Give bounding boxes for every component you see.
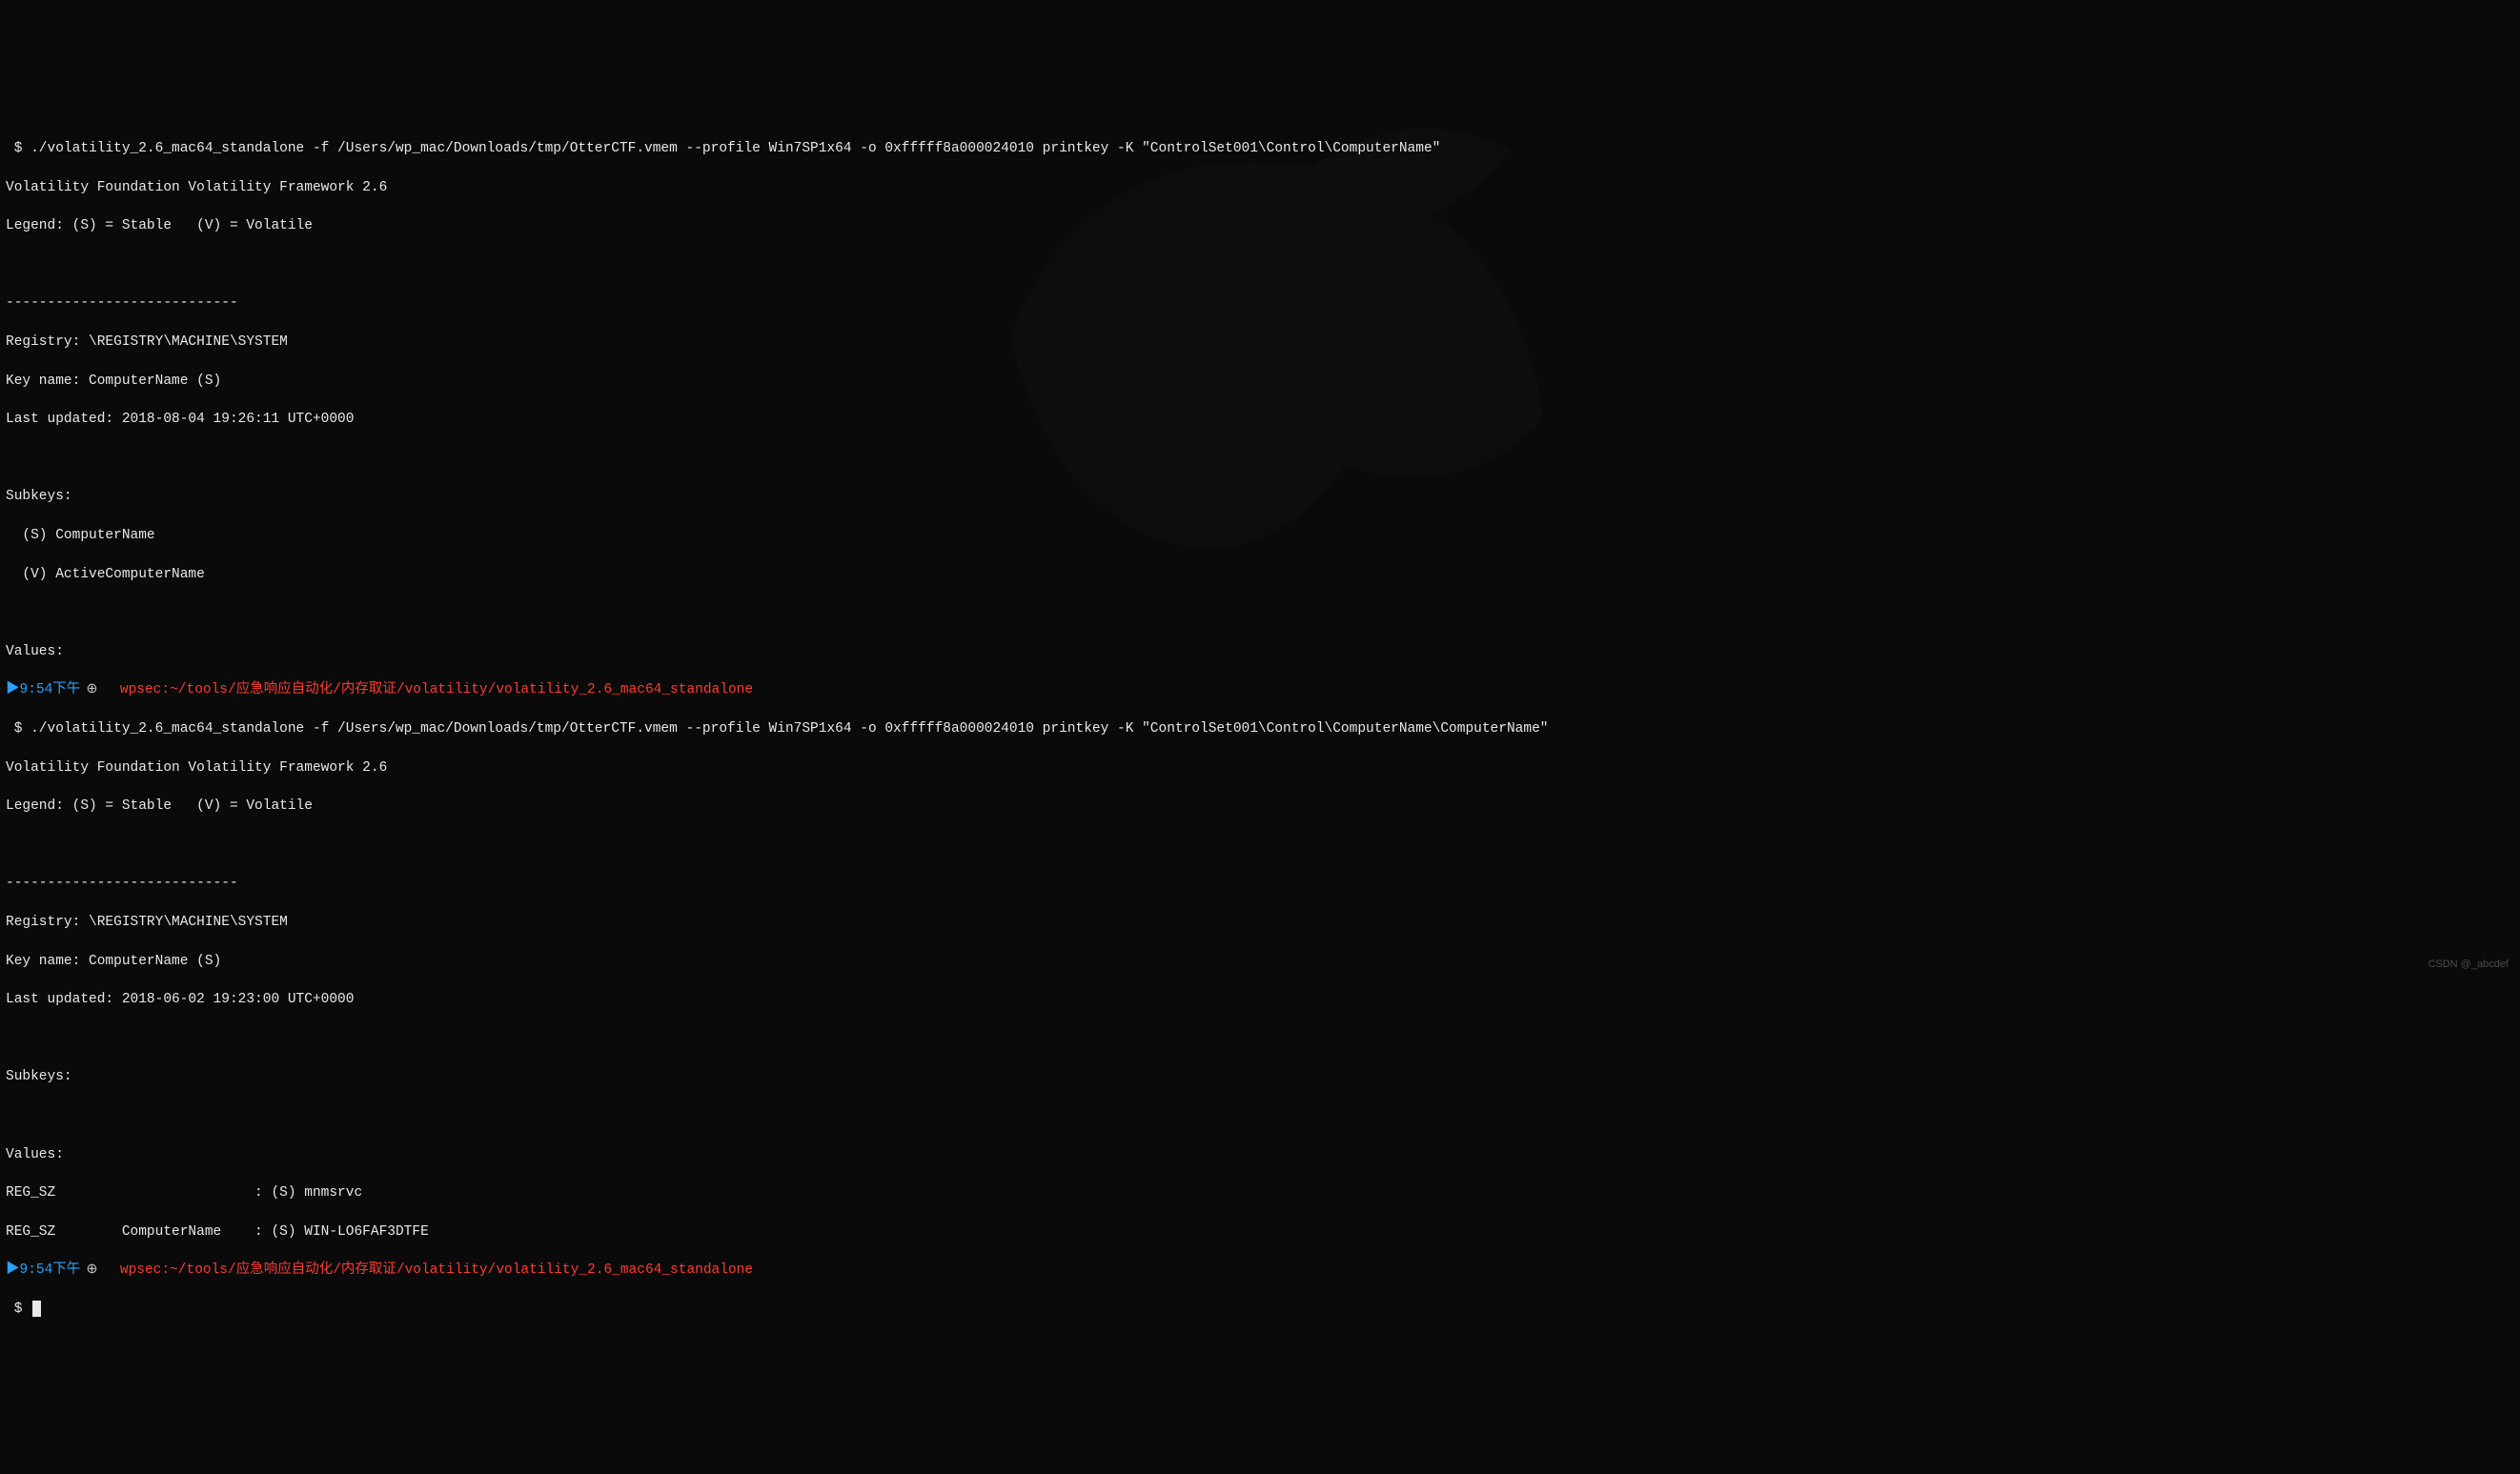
value-line: REG_SZ ComputerName : (S) WIN-LO6FAF3DTF…	[6, 1222, 2514, 1242]
prompt-dollar: $	[6, 721, 30, 737]
prompt-path: ~/tools/应急响应自动化/内存取证/volatility/volatili…	[170, 682, 753, 697]
prompt-arrow-icon: ▶	[6, 1262, 20, 1278]
separator-line: ----------------------------	[6, 293, 2514, 313]
command-text: ./volatility_2.6_mac64_standalone -f /Us…	[30, 721, 1548, 737]
prompt-dollar: $	[6, 1302, 30, 1317]
cursor-icon	[32, 1301, 41, 1317]
output-line: Legend: (S) = Stable (V) = Volatile	[6, 216, 2514, 235]
clock-icon: ⊕	[86, 1262, 97, 1278]
registry-line: Registry: \REGISTRY\MACHINE\SYSTEM	[6, 333, 2514, 352]
keyname-line: Key name: ComputerName (S)	[6, 372, 2514, 391]
values-header: Values:	[6, 1145, 2514, 1164]
prompt-time: 9:54下午	[20, 1262, 81, 1278]
prompt-user: wpsec:	[120, 682, 170, 697]
prompt-user: wpsec:	[120, 1262, 170, 1278]
registry-line: Registry: \REGISTRY\MACHINE\SYSTEM	[6, 913, 2514, 932]
lastupdated-line: Last updated: 2018-08-04 19:26:11 UTC+00…	[6, 410, 2514, 429]
output-line: Volatility Foundation Volatility Framewo…	[6, 178, 2514, 197]
subkeys-header: Subkeys:	[6, 1067, 2514, 1086]
prompt-line: ▶9:54下午 ⊕ wpsec:~/tools/应急响应自动化/内存取证/vola…	[6, 1261, 2514, 1280]
keyname-line: Key name: ComputerName (S)	[6, 952, 2514, 971]
prompt-path: ~/tools/应急响应自动化/内存取证/volatility/volatili…	[170, 1262, 753, 1278]
output-line: Legend: (S) = Stable (V) = Volatile	[6, 797, 2514, 816]
values-header: Values:	[6, 642, 2514, 661]
prompt-time: 9:54下午	[20, 682, 81, 697]
active-prompt[interactable]: $	[6, 1300, 2514, 1319]
lastupdated-line: Last updated: 2018-06-02 19:23:00 UTC+00…	[6, 990, 2514, 1009]
subkey-line: (S) ComputerName	[6, 526, 2514, 545]
clock-icon: ⊕	[86, 682, 97, 697]
subkey-line: (V) ActiveComputerName	[6, 565, 2514, 584]
prompt-dollar: $	[6, 141, 30, 156]
output-line: Volatility Foundation Volatility Framewo…	[6, 758, 2514, 777]
subkeys-header: Subkeys:	[6, 487, 2514, 506]
blank-line	[6, 449, 2514, 468]
blank-line	[6, 836, 2514, 855]
value-line: REG_SZ : (S) mnmsrvc	[6, 1183, 2514, 1202]
blank-line	[6, 1029, 2514, 1048]
terminal-output[interactable]: $ ./volatility_2.6_mac64_standalone -f /…	[6, 120, 2514, 1339]
blank-line	[6, 255, 2514, 274]
separator-line: ----------------------------	[6, 874, 2514, 893]
command-text: ./volatility_2.6_mac64_standalone -f /Us…	[30, 141, 1440, 156]
blank-line	[6, 603, 2514, 622]
blank-line	[6, 1106, 2514, 1125]
prompt-line: ▶9:54下午 ⊕ wpsec:~/tools/应急响应自动化/内存取证/vola…	[6, 680, 2514, 699]
prompt-arrow-icon: ▶	[6, 682, 20, 697]
